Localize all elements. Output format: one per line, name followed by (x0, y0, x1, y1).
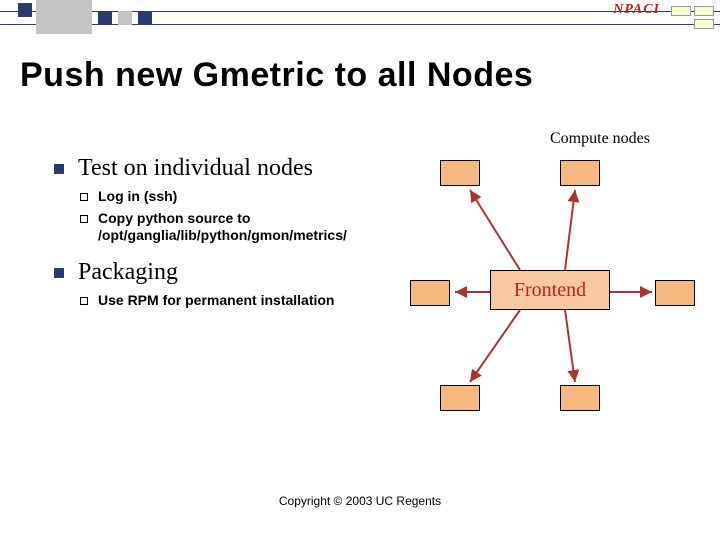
subbullet-text: Copy python source to /opt/ganglia/lib/p… (98, 210, 374, 245)
compute-node-box (560, 160, 600, 186)
compute-nodes-label: Compute nodes (550, 130, 650, 148)
bullet-packaging: Packaging (54, 259, 374, 286)
hollow-square-icon (80, 215, 88, 223)
header-band (0, 0, 720, 34)
compute-node-box (655, 280, 695, 306)
bullet-text: Test on individual nodes (78, 155, 313, 182)
square-bullet-icon (54, 268, 64, 278)
compute-node-box (560, 385, 600, 411)
slide-title: Push new Gmetric to all Nodes (20, 56, 533, 95)
frontend-box: Frontend (490, 270, 610, 310)
compute-node-box (440, 160, 480, 186)
subbullet-text: Log in (ssh) (98, 188, 177, 206)
bullet-test: Test on individual nodes (54, 155, 374, 182)
logo-text: NPACI (613, 2, 660, 18)
subbullet-text: Use RPM for permanent installation (98, 292, 334, 310)
copyright-text: Copyright © 2003 UC Regents (0, 494, 720, 508)
compute-node-box (440, 385, 480, 411)
slide: NPACI Push new Gmetric to all Nodes Test… (0, 0, 720, 540)
hollow-square-icon (80, 193, 88, 201)
header-mini-diagram (671, 6, 714, 32)
subbullet-rpm: Use RPM for permanent installation (80, 292, 374, 310)
hollow-square-icon (80, 297, 88, 305)
square-bullet-icon (54, 164, 64, 174)
subbullet-login: Log in (ssh) (80, 188, 374, 206)
bullet-text: Packaging (78, 259, 178, 286)
frontend-label: Frontend (514, 279, 586, 302)
compute-node-box (410, 280, 450, 306)
topology-diagram: Compute nodes Frontend (400, 130, 700, 420)
content-list: Test on individual nodes Log in (ssh) Co… (54, 155, 374, 323)
subbullet-copy: Copy python source to /opt/ganglia/lib/p… (80, 210, 374, 245)
